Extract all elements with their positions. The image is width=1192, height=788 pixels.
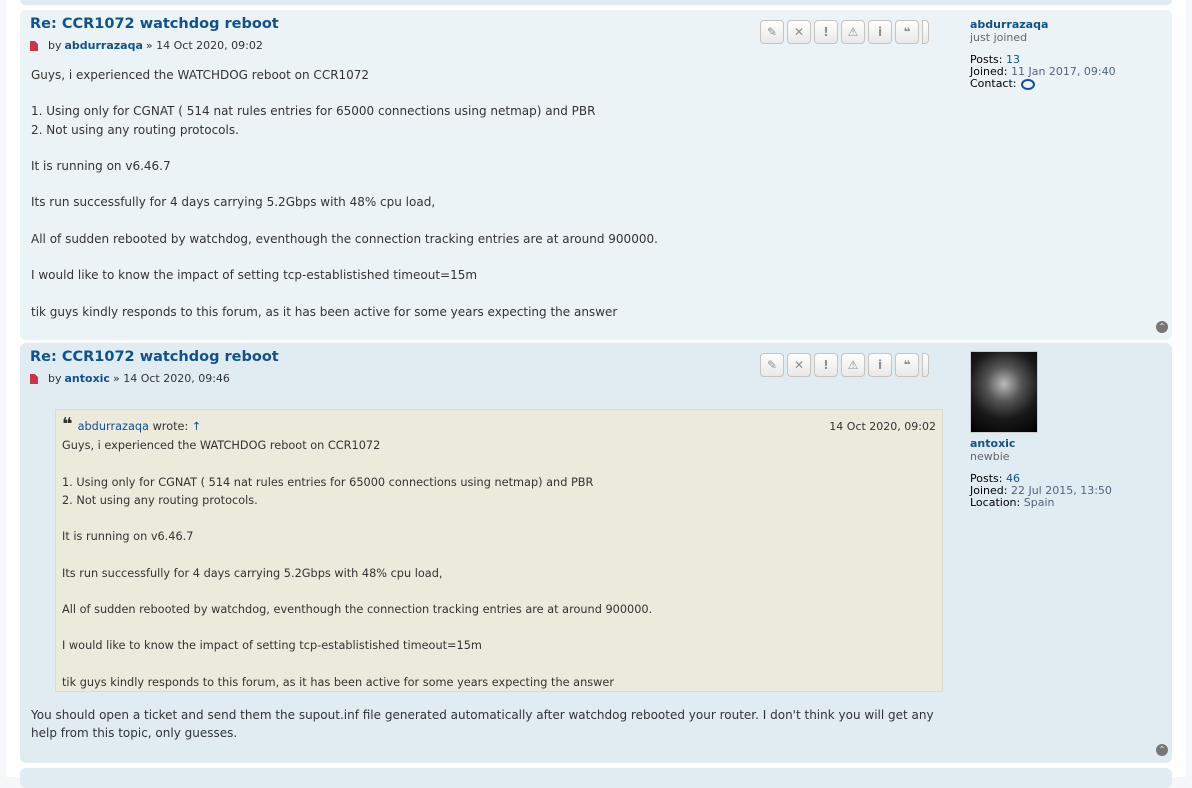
info-icon: i bbox=[877, 358, 883, 372]
author-profile: abdurrazaqa just joined Posts: 13 Joined… bbox=[970, 18, 1170, 90]
info-button[interactable]: i bbox=[868, 353, 892, 377]
quote-date: 14 Oct 2020, 09:02 bbox=[829, 420, 936, 433]
profile-contact: Contact: bbox=[970, 78, 1170, 90]
profile-username[interactable]: antoxic bbox=[970, 437, 1170, 450]
quote-button[interactable]: ❝ bbox=[895, 353, 919, 377]
post-date: 14 Oct 2020, 09:46 bbox=[123, 372, 230, 385]
next-post-edge bbox=[20, 768, 1172, 788]
quote-block: ❝ abdurrazaqa wrote: ↑ 14 Oct 2020, 09:02… bbox=[55, 409, 943, 692]
more-button[interactable] bbox=[922, 353, 929, 377]
page-wrap: Re: CCR1072 watchdog reboot by abdurraza… bbox=[6, 0, 1186, 788]
delete-icon: ✕ bbox=[793, 25, 805, 39]
edit-button[interactable]: ✎ bbox=[760, 353, 784, 377]
report-icon: ! bbox=[823, 25, 829, 39]
post-link-icon[interactable] bbox=[30, 40, 38, 51]
author-link[interactable]: abdurrazaqa bbox=[65, 39, 143, 52]
post-buttons: ✎ ✕ ! ⚠ i ❝ bbox=[760, 20, 929, 44]
warning-icon: ⚠ bbox=[847, 25, 859, 39]
previous-post-edge bbox=[20, 0, 1172, 5]
post-content: Guys, i experienced the WATCHDOG reboot … bbox=[31, 68, 658, 319]
back-to-top-icon[interactable]: ⌃ bbox=[1156, 744, 1168, 756]
profile-location: Location: Spain bbox=[970, 496, 1055, 509]
warning-icon: ⚠ bbox=[847, 358, 859, 372]
quote-mark-icon: ❝ bbox=[62, 414, 73, 435]
report-button[interactable]: ! bbox=[814, 353, 838, 377]
delete-button[interactable]: ✕ bbox=[787, 20, 811, 44]
report-button[interactable]: ! bbox=[814, 20, 838, 44]
post-buttons: ✎ ✕ ! ⚠ i ❝ bbox=[760, 353, 929, 377]
post-author-line: by abdurrazaqa » 14 Oct 2020, 09:02 bbox=[30, 39, 263, 52]
post-author-line: by antoxic » 14 Oct 2020, 09:46 bbox=[30, 372, 230, 385]
pencil-icon: ✎ bbox=[766, 25, 778, 39]
delete-icon: ✕ bbox=[793, 358, 805, 372]
edit-button[interactable]: ✎ bbox=[760, 20, 784, 44]
quote-header: ❝ abdurrazaqa wrote: ↑ 14 Oct 2020, 09:02 bbox=[62, 414, 936, 435]
post: Re: CCR1072 watchdog reboot by abdurraza… bbox=[20, 10, 1172, 340]
delete-button[interactable]: ✕ bbox=[787, 353, 811, 377]
quote-author-link[interactable]: abdurrazaqa bbox=[78, 420, 149, 433]
profile-rank: newbie bbox=[970, 450, 1010, 463]
quote-source-link[interactable]: ↑ bbox=[192, 420, 201, 433]
author-profile: antoxic newbie Posts: 46 Joined: 22 Jul … bbox=[970, 351, 1170, 509]
author-link[interactable]: antoxic bbox=[65, 372, 110, 385]
warn-button[interactable]: ⚠ bbox=[841, 20, 865, 44]
profile-rank: just joined bbox=[970, 31, 1028, 44]
profile-username[interactable]: abdurrazaqa bbox=[970, 18, 1170, 31]
report-icon: ! bbox=[823, 358, 829, 372]
pencil-icon: ✎ bbox=[766, 358, 778, 372]
avatar[interactable] bbox=[970, 351, 1038, 433]
quote-button[interactable]: ❝ bbox=[895, 20, 919, 44]
post-link-icon[interactable] bbox=[30, 373, 38, 384]
post-title[interactable]: Re: CCR1072 watchdog reboot bbox=[30, 16, 279, 32]
contact-icon[interactable] bbox=[1020, 78, 1035, 90]
post: Re: CCR1072 watchdog reboot by antoxic »… bbox=[20, 343, 1172, 763]
post-reply-content: You should open a ticket and send them t… bbox=[31, 708, 934, 741]
more-button[interactable] bbox=[922, 20, 929, 44]
post-date: 14 Oct 2020, 09:02 bbox=[156, 39, 263, 52]
quote-icon: ❝ bbox=[903, 25, 911, 39]
info-button[interactable]: i bbox=[868, 20, 892, 44]
back-to-top-icon[interactable]: ⌃ bbox=[1156, 321, 1168, 333]
quote-icon: ❝ bbox=[903, 358, 911, 372]
warn-button[interactable]: ⚠ bbox=[841, 353, 865, 377]
info-icon: i bbox=[877, 25, 883, 39]
post-title[interactable]: Re: CCR1072 watchdog reboot bbox=[30, 349, 279, 365]
